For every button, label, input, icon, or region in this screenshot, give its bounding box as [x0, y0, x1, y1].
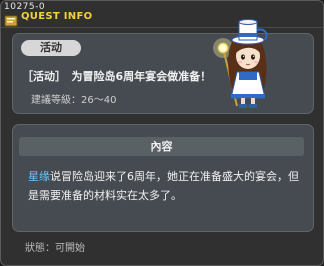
quest-icon: [4, 12, 18, 27]
quest-title: ［活动］ 为冒险岛6周年宴会做准备！: [22, 70, 212, 83]
window-title: QUEST INFO: [21, 11, 93, 22]
status-value: 可開始: [55, 243, 85, 254]
status-label: 狀態：: [25, 243, 55, 254]
quest-info-window: 10275-0 QUEST INFO 活动 ［活动］ 为冒险岛6周年宴会做准备！…: [0, 0, 324, 266]
recommended-level: 建議等級：26～40: [31, 91, 116, 106]
npc-name-highlight[interactable]: 星缘: [28, 170, 50, 183]
title-divider: [1, 27, 323, 28]
quest-description: 星缘说冒险岛迎来了6周年，她正在准备盛大的宴会，但是需要准备的材料实在太多了。: [28, 167, 308, 205]
level-label: 建議等級：: [31, 95, 81, 106]
quest-status: 狀態：可開始: [25, 239, 85, 254]
level-range: 26～40: [81, 95, 117, 106]
content-section-header: 內容: [19, 137, 304, 156]
title-bar[interactable]: QUEST INFO: [1, 11, 323, 27]
quest-category-badge: 活动: [21, 40, 81, 56]
description-text: 说冒险岛迎来了6周年，她正在准备盛大的宴会，但是需要准备的材料实在太多了。: [28, 170, 299, 202]
npc-portrait: [213, 19, 268, 108]
